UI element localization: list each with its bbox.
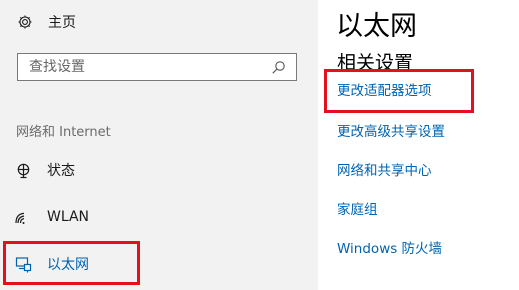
sidebar-item-status[interactable]: 状态: [14, 156, 75, 184]
search-box[interactable]: [17, 53, 297, 81]
sidebar-item-ethernet-label: 以太网: [47, 257, 89, 273]
link-network-sharing-center[interactable]: 网络和共享中心: [337, 159, 432, 179]
sidebar-item-wlan-label: WLAN: [47, 209, 90, 225]
page-title: 以太网: [336, 11, 417, 42]
ethernet-icon: [14, 255, 32, 273]
sidebar-item-home[interactable]: 主页: [16, 10, 76, 34]
main-content: 以太网 相关设置 更改适配器选项 更改高级共享设置 网络和共享中心 家庭组 Wi…: [318, 0, 519, 290]
gear-icon: [16, 13, 34, 31]
related-settings-header: 相关设置: [337, 52, 414, 74]
section-header-network: 网络和 Internet: [16, 125, 111, 140]
link-advanced-sharing-settings[interactable]: 更改高级共享设置: [337, 120, 445, 140]
sidebar-item-wlan[interactable]: WLAN: [14, 203, 89, 231]
status-icon: [14, 161, 32, 179]
sidebar-item-home-label: 主页: [48, 15, 76, 31]
search-input[interactable]: [29, 59, 249, 75]
link-homegroup[interactable]: 家庭组: [337, 198, 378, 218]
sidebar-item-status-label: 状态: [47, 163, 75, 179]
link-change-adapter-options[interactable]: 更改适配器选项: [337, 79, 432, 99]
sidebar-item-ethernet[interactable]: 以太网: [14, 250, 89, 278]
wifi-icon: [14, 208, 32, 226]
link-windows-firewall[interactable]: Windows 防火墙: [337, 237, 442, 257]
search-icon[interactable]: [270, 59, 286, 75]
sidebar: 主页 网络和 Internet 状态: [0, 0, 318, 290]
